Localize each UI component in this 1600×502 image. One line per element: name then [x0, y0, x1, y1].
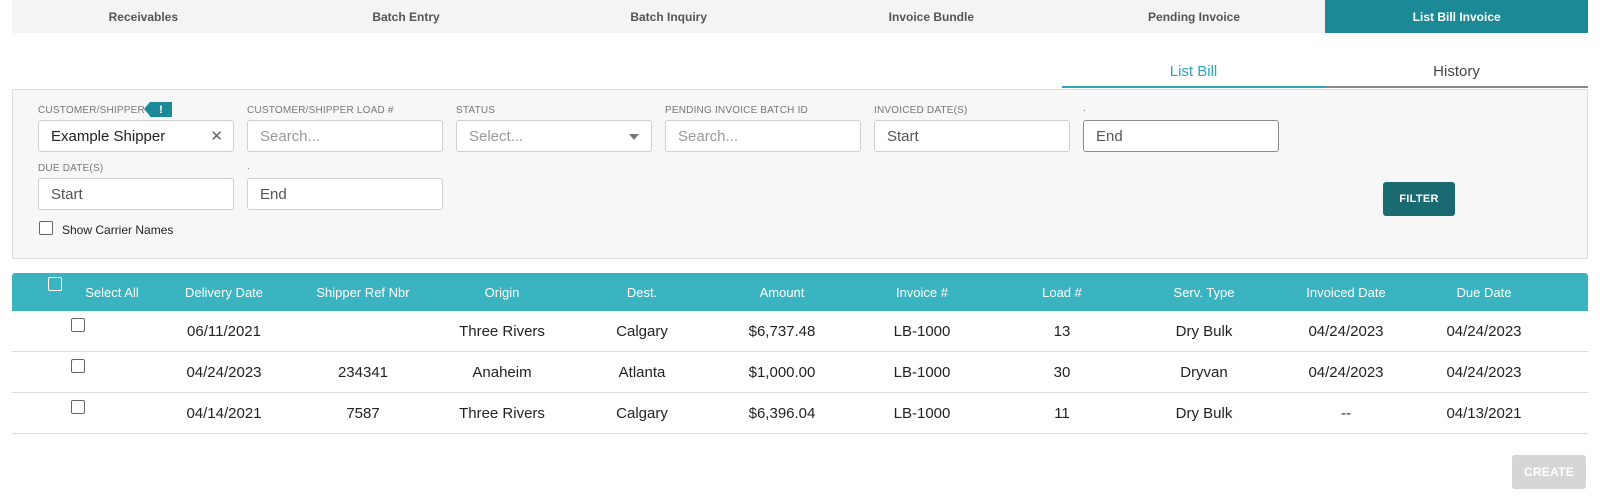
due-start-input[interactable]: Start [38, 178, 234, 210]
select-all-checkbox[interactable] [48, 277, 62, 291]
batch-id-label: PENDING INVOICE BATCH ID [665, 105, 808, 116]
cell-amount: $1,000.00 [748, 363, 816, 381]
cell-load-number: 11 [1054, 404, 1070, 422]
header-due-date[interactable]: Due Date [1414, 273, 1554, 311]
status-select[interactable]: Select... [456, 120, 652, 152]
customer-shipper-label: CUSTOMER/SHIPPER [38, 105, 145, 116]
cell-invoice-number: LB-1000 [893, 363, 951, 381]
show-carrier-names-label: Show Carrier Names [62, 223, 174, 237]
tab-history[interactable]: History [1325, 56, 1588, 88]
header-shipper-ref[interactable]: Shipper Ref Nbr [294, 273, 432, 311]
row-checkbox[interactable] [71, 359, 85, 373]
due-end-label: . [247, 161, 250, 172]
tab-invoice-bundle[interactable]: Invoice Bundle [800, 0, 1063, 33]
cell-due-date: 04/24/2023 [1446, 322, 1522, 340]
cell-invoiced-date: -- [1341, 404, 1351, 422]
batch-id-input[interactable]: Search... [665, 120, 861, 152]
cell-load-number: 13 [1053, 322, 1071, 340]
table-row[interactable]: 04/24/2023 234341 Anaheim Atlanta $1,000… [12, 352, 1588, 393]
cell-due-date: 04/24/2023 [1446, 363, 1522, 381]
invoiced-end-label: . [1083, 103, 1086, 114]
sub-tab-bar: List Bill History [1062, 56, 1588, 88]
cell-origin: Three Rivers [459, 404, 545, 422]
due-dates-label: DUE DATE(S) [38, 163, 104, 174]
load-number-input[interactable]: Search... [247, 120, 443, 152]
cell-dest: Atlanta [618, 363, 666, 381]
cell-delivery-date: 04/14/2021 [186, 404, 262, 422]
select-all-header: Select All [42, 273, 152, 311]
cell-invoice-number: LB-1000 [893, 404, 951, 422]
status-placeholder: Select... [469, 127, 524, 145]
cell-due-date: 04/13/2021 [1446, 404, 1522, 422]
cell-shipper-ref: 234341 [337, 363, 389, 381]
due-end-input[interactable]: End [247, 178, 443, 210]
cell-invoiced-date: 04/24/2023 [1308, 322, 1384, 340]
cell-shipper-ref [294, 311, 432, 351]
filter-button[interactable]: FILTER [1383, 182, 1455, 216]
status-label: STATUS [456, 105, 496, 116]
cell-dest: Calgary [616, 322, 668, 340]
table-row[interactable]: 06/11/2021 Three Rivers Calgary $6,737.4… [12, 311, 1588, 352]
warning-badge: ! [144, 102, 172, 117]
header-serv-type[interactable]: Serv. Type [1134, 273, 1274, 311]
select-all-label: Select All [85, 284, 139, 300]
cell-shipper-ref: 7587 [346, 404, 380, 422]
cell-origin: Three Rivers [459, 322, 545, 340]
cell-load-number: 30 [1053, 363, 1071, 381]
table-header: Select All Delivery Date Shipper Ref Nbr… [12, 273, 1588, 311]
cell-delivery-date: 04/24/2023 [186, 363, 262, 381]
create-button[interactable]: CREATE [1512, 455, 1586, 489]
cell-amount: $6,737.48 [748, 322, 816, 340]
cell-amount: $6,396.04 [748, 404, 816, 422]
chevron-down-icon [629, 134, 639, 140]
cell-serv-type: Dryvan [1180, 363, 1228, 381]
tab-pending-invoice[interactable]: Pending Invoice [1063, 0, 1326, 33]
cell-dest: Calgary [616, 404, 668, 422]
cell-origin: Anaheim [472, 363, 532, 381]
show-carrier-names-checkbox[interactable] [39, 221, 53, 235]
tab-receivables[interactable]: Receivables [12, 0, 275, 33]
tab-batch-entry[interactable]: Batch Entry [275, 0, 538, 33]
header-invoiced-date[interactable]: Invoiced Date [1276, 273, 1416, 311]
load-number-label: CUSTOMER/SHIPPER LOAD # [247, 105, 394, 116]
list-bill-table: Select All Delivery Date Shipper Ref Nbr… [12, 273, 1588, 434]
cell-invoiced-date: 04/24/2023 [1308, 363, 1384, 381]
tab-list-bill[interactable]: List Bill [1062, 56, 1325, 88]
tab-batch-inquiry[interactable]: Batch Inquiry [537, 0, 800, 33]
table-row[interactable]: 04/14/2021 7587 Three Rivers Calgary $6,… [12, 393, 1588, 434]
row-checkbox[interactable] [71, 318, 85, 332]
customer-shipper-select[interactable]: Example Shipper ✕ [38, 120, 234, 152]
header-dest[interactable]: Dest. [572, 273, 712, 311]
invoiced-end-input[interactable]: End [1083, 120, 1279, 152]
invoiced-dates-label: INVOICED DATE(S) [874, 105, 968, 116]
header-delivery-date[interactable]: Delivery Date [154, 273, 294, 311]
row-checkbox[interactable] [71, 400, 85, 414]
tab-list-bill-invoice[interactable]: List Bill Invoice [1325, 0, 1589, 33]
top-tab-bar: Receivables Batch Entry Batch Inquiry In… [12, 0, 1589, 33]
header-load-number[interactable]: Load # [992, 273, 1132, 311]
cell-delivery-date: 06/11/2021 [187, 322, 261, 340]
cell-serv-type: Dry Bulk [1175, 322, 1233, 340]
header-amount[interactable]: Amount [712, 273, 852, 311]
customer-shipper-value: Example Shipper [51, 127, 166, 145]
header-origin[interactable]: Origin [432, 273, 572, 311]
cell-serv-type: Dry Bulk [1175, 404, 1233, 422]
cell-invoice-number: LB-1000 [893, 322, 951, 340]
clear-icon[interactable]: ✕ [210, 127, 223, 145]
invoiced-start-input[interactable]: Start [874, 120, 1070, 152]
filter-panel: CUSTOMER/SHIPPER ! Example Shipper ✕ CUS… [12, 89, 1588, 259]
header-invoice-number[interactable]: Invoice # [852, 273, 992, 311]
